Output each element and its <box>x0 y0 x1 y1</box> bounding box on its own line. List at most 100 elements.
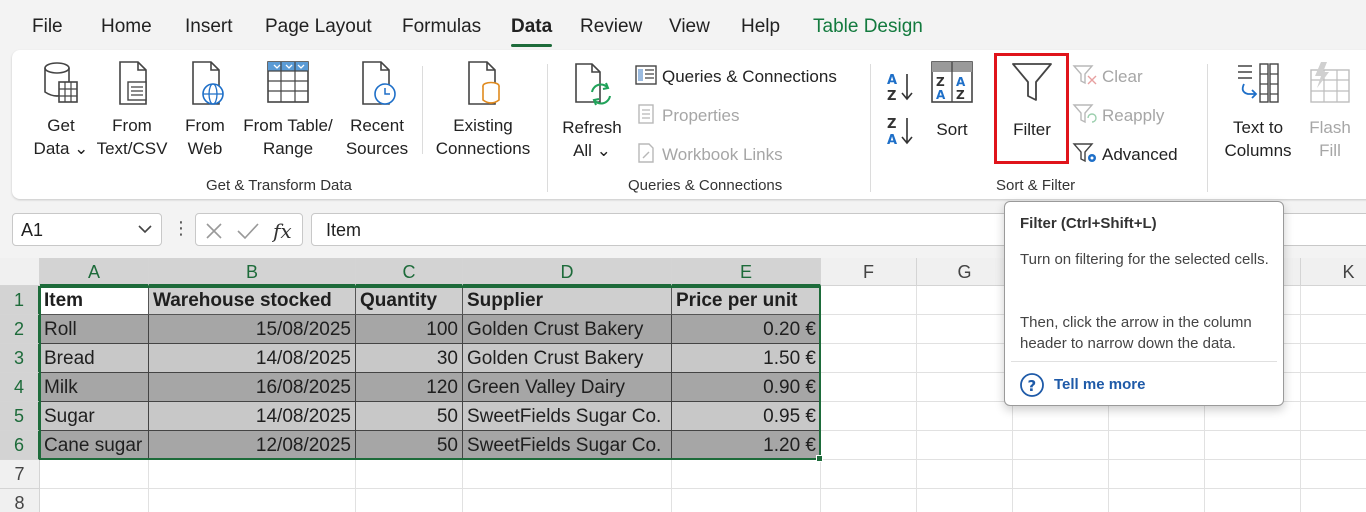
help-icon[interactable]: ? <box>1019 372 1045 398</box>
empty-cell[interactable] <box>463 489 672 512</box>
empty-cell[interactable] <box>821 460 917 489</box>
clear-filter-button[interactable]: Clear <box>1072 64 1143 87</box>
table-header-cell[interactable]: Warehouse stocked <box>149 286 356 315</box>
from-web-button[interactable]: From Web <box>176 58 234 160</box>
empty-cell[interactable] <box>672 489 821 512</box>
table-cell[interactable]: 14/08/2025 <box>149 402 356 431</box>
tab-file[interactable]: File <box>32 16 63 38</box>
tab-insert[interactable]: Insert <box>185 16 233 38</box>
empty-cell[interactable] <box>149 460 356 489</box>
sort-descending-button[interactable]: Z A <box>884 114 916 148</box>
row-header[interactable]: 2 <box>0 315 40 344</box>
column-header[interactable]: A <box>40 258 149 286</box>
empty-cell[interactable] <box>821 431 917 460</box>
table-cell[interactable]: 50 <box>356 402 463 431</box>
table-header-cell[interactable]: Price per unit <box>672 286 821 315</box>
empty-cell[interactable] <box>1205 431 1301 460</box>
tab-data[interactable]: Data <box>511 16 553 47</box>
table-cell[interactable]: 16/08/2025 <box>149 373 356 402</box>
reapply-button[interactable]: Reapply <box>1072 103 1164 126</box>
get-data-button[interactable]: Get Data ⌄ <box>32 58 90 160</box>
row-header[interactable]: 5 <box>0 402 40 431</box>
row-header[interactable]: 4 <box>0 373 40 402</box>
empty-cell[interactable] <box>1205 460 1301 489</box>
empty-cell[interactable] <box>821 286 917 315</box>
table-header-cell[interactable]: Item <box>40 286 149 315</box>
empty-cell[interactable] <box>1109 460 1205 489</box>
table-cell[interactable]: 120 <box>356 373 463 402</box>
table-cell[interactable]: Sugar <box>40 402 149 431</box>
table-cell[interactable]: 12/08/2025 <box>149 431 356 460</box>
table-cell[interactable]: 0.20 € <box>672 315 821 344</box>
row-header[interactable]: 3 <box>0 344 40 373</box>
empty-cell[interactable] <box>1301 344 1366 373</box>
table-cell[interactable]: Roll <box>40 315 149 344</box>
select-all-corner[interactable] <box>0 258 40 286</box>
table-cell[interactable]: SweetFields Sugar Co. <box>463 431 672 460</box>
empty-cell[interactable] <box>821 402 917 431</box>
empty-cell[interactable] <box>917 402 1013 431</box>
table-header-cell[interactable]: Quantity <box>356 286 463 315</box>
empty-cell[interactable] <box>1301 431 1366 460</box>
empty-cell[interactable] <box>1109 489 1205 512</box>
row-header[interactable]: 7 <box>0 460 40 489</box>
tab-table-design[interactable]: Table Design <box>813 16 923 38</box>
empty-cell[interactable] <box>1301 315 1366 344</box>
row-header[interactable]: 8 <box>0 489 40 512</box>
empty-cell[interactable] <box>1109 402 1205 431</box>
empty-cell[interactable] <box>917 373 1013 402</box>
tell-me-more-link[interactable]: Tell me more <box>1054 376 1145 393</box>
tab-home[interactable]: Home <box>101 16 152 38</box>
row-header[interactable]: 1 <box>0 286 40 315</box>
empty-cell[interactable] <box>672 460 821 489</box>
empty-cell[interactable] <box>1205 402 1301 431</box>
existing-connections-button[interactable]: Existing Connections <box>430 58 536 160</box>
table-cell[interactable]: Green Valley Dairy <box>463 373 672 402</box>
workbook-links-button[interactable]: Workbook Links <box>634 142 783 165</box>
table-cell[interactable]: 100 <box>356 315 463 344</box>
table-cell[interactable]: 15/08/2025 <box>149 315 356 344</box>
name-box[interactable]: A1 <box>12 213 162 246</box>
empty-cell[interactable] <box>356 489 463 512</box>
empty-cell[interactable] <box>917 286 1013 315</box>
table-header-cell[interactable]: Supplier <box>463 286 672 315</box>
empty-cell[interactable] <box>917 489 1013 512</box>
table-cell[interactable]: 30 <box>356 344 463 373</box>
queries-connections-button[interactable]: Queries & Connections <box>634 64 837 87</box>
empty-cell[interactable] <box>917 431 1013 460</box>
from-table-range-button[interactable]: From Table/ Range <box>240 58 336 160</box>
tab-review[interactable]: Review <box>580 16 642 38</box>
row-header[interactable]: 6 <box>0 431 40 460</box>
empty-cell[interactable] <box>1301 489 1366 512</box>
tab-formulas[interactable]: Formulas <box>402 16 481 38</box>
cancel-icon[interactable] <box>204 221 224 241</box>
empty-cell[interactable] <box>149 489 356 512</box>
empty-cell[interactable] <box>917 344 1013 373</box>
empty-cell[interactable] <box>917 460 1013 489</box>
empty-cell[interactable] <box>821 373 917 402</box>
empty-cell[interactable] <box>1301 373 1366 402</box>
refresh-all-button[interactable]: Refresh All ⌄ <box>560 60 624 162</box>
column-header[interactable]: C <box>356 258 463 286</box>
table-cell[interactable]: Golden Crust Bakery <box>463 315 672 344</box>
table-cell[interactable]: 0.95 € <box>672 402 821 431</box>
column-header[interactable]: F <box>821 258 917 286</box>
table-cell[interactable]: Golden Crust Bakery <box>463 344 672 373</box>
empty-cell[interactable] <box>1013 402 1109 431</box>
fill-handle[interactable] <box>816 455 823 462</box>
more-options-icon[interactable]: ⋮ <box>172 218 190 239</box>
column-header[interactable]: B <box>149 258 356 286</box>
empty-cell[interactable] <box>463 460 672 489</box>
properties-button[interactable]: Properties <box>634 103 739 126</box>
column-header[interactable]: K <box>1301 258 1366 286</box>
empty-cell[interactable] <box>821 344 917 373</box>
empty-cell[interactable] <box>40 460 149 489</box>
empty-cell[interactable] <box>40 489 149 512</box>
empty-cell[interactable] <box>821 489 917 512</box>
table-cell[interactable]: 50 <box>356 431 463 460</box>
empty-cell[interactable] <box>1013 431 1109 460</box>
advanced-filter-button[interactable]: Advanced <box>1072 142 1178 165</box>
flash-fill-button[interactable]: Flash Fill <box>1302 60 1358 162</box>
table-cell[interactable]: Milk <box>40 373 149 402</box>
empty-cell[interactable] <box>1301 286 1366 315</box>
